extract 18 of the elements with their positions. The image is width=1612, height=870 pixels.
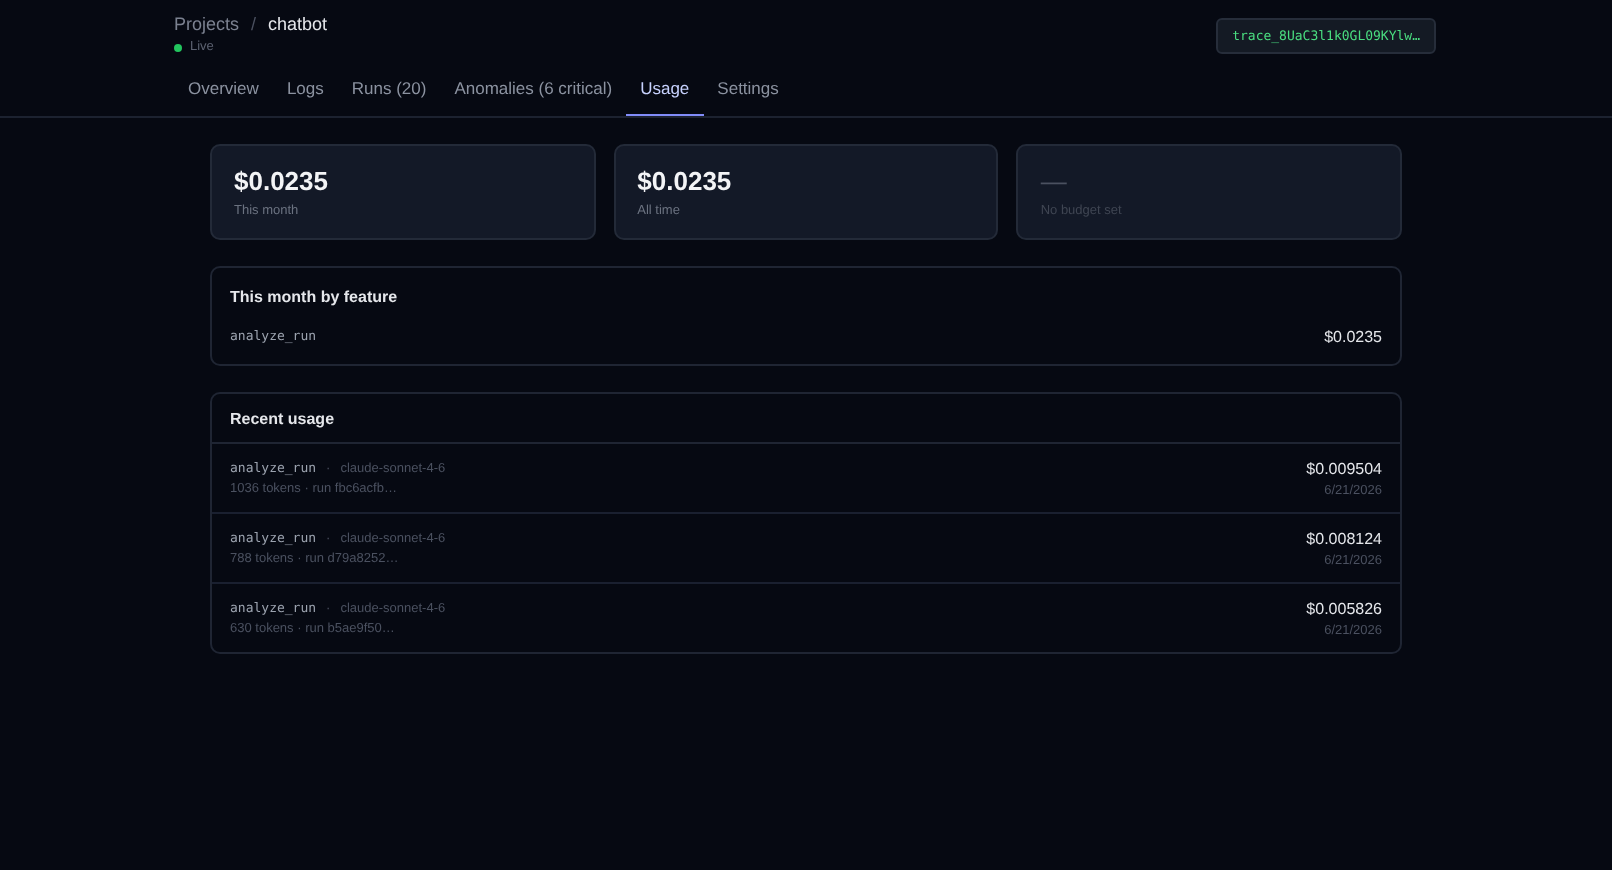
tab[interactable]: Runs (20) [337, 74, 441, 116]
card-title: Recent usage [212, 394, 1400, 444]
card-title: This month by feature [228, 286, 400, 310]
tab[interactable]: Logs [272, 74, 338, 116]
tab[interactable]: Settings [703, 74, 793, 116]
stat-value: — [1040, 166, 1069, 196]
tab[interactable]: Usage [626, 74, 704, 116]
project-name: chatbot [268, 14, 328, 34]
stat-value: $0.0235 [637, 166, 734, 196]
tab[interactable]: Anomalies (6 critical) [440, 74, 627, 116]
breadcrumb-separator: / [251, 14, 257, 34]
usage-cost: $0.005826 [1306, 600, 1382, 618]
usage-cost: $0.008124 [1306, 530, 1382, 548]
stat-value: $0.0235 [234, 166, 330, 196]
breadcrumb-link[interactable]: Projects [174, 14, 240, 34]
usage-cost: $0.009504 [1306, 460, 1382, 478]
tab[interactable]: Overview [174, 74, 273, 116]
feature-cost: $0.0235 [1324, 328, 1382, 346]
